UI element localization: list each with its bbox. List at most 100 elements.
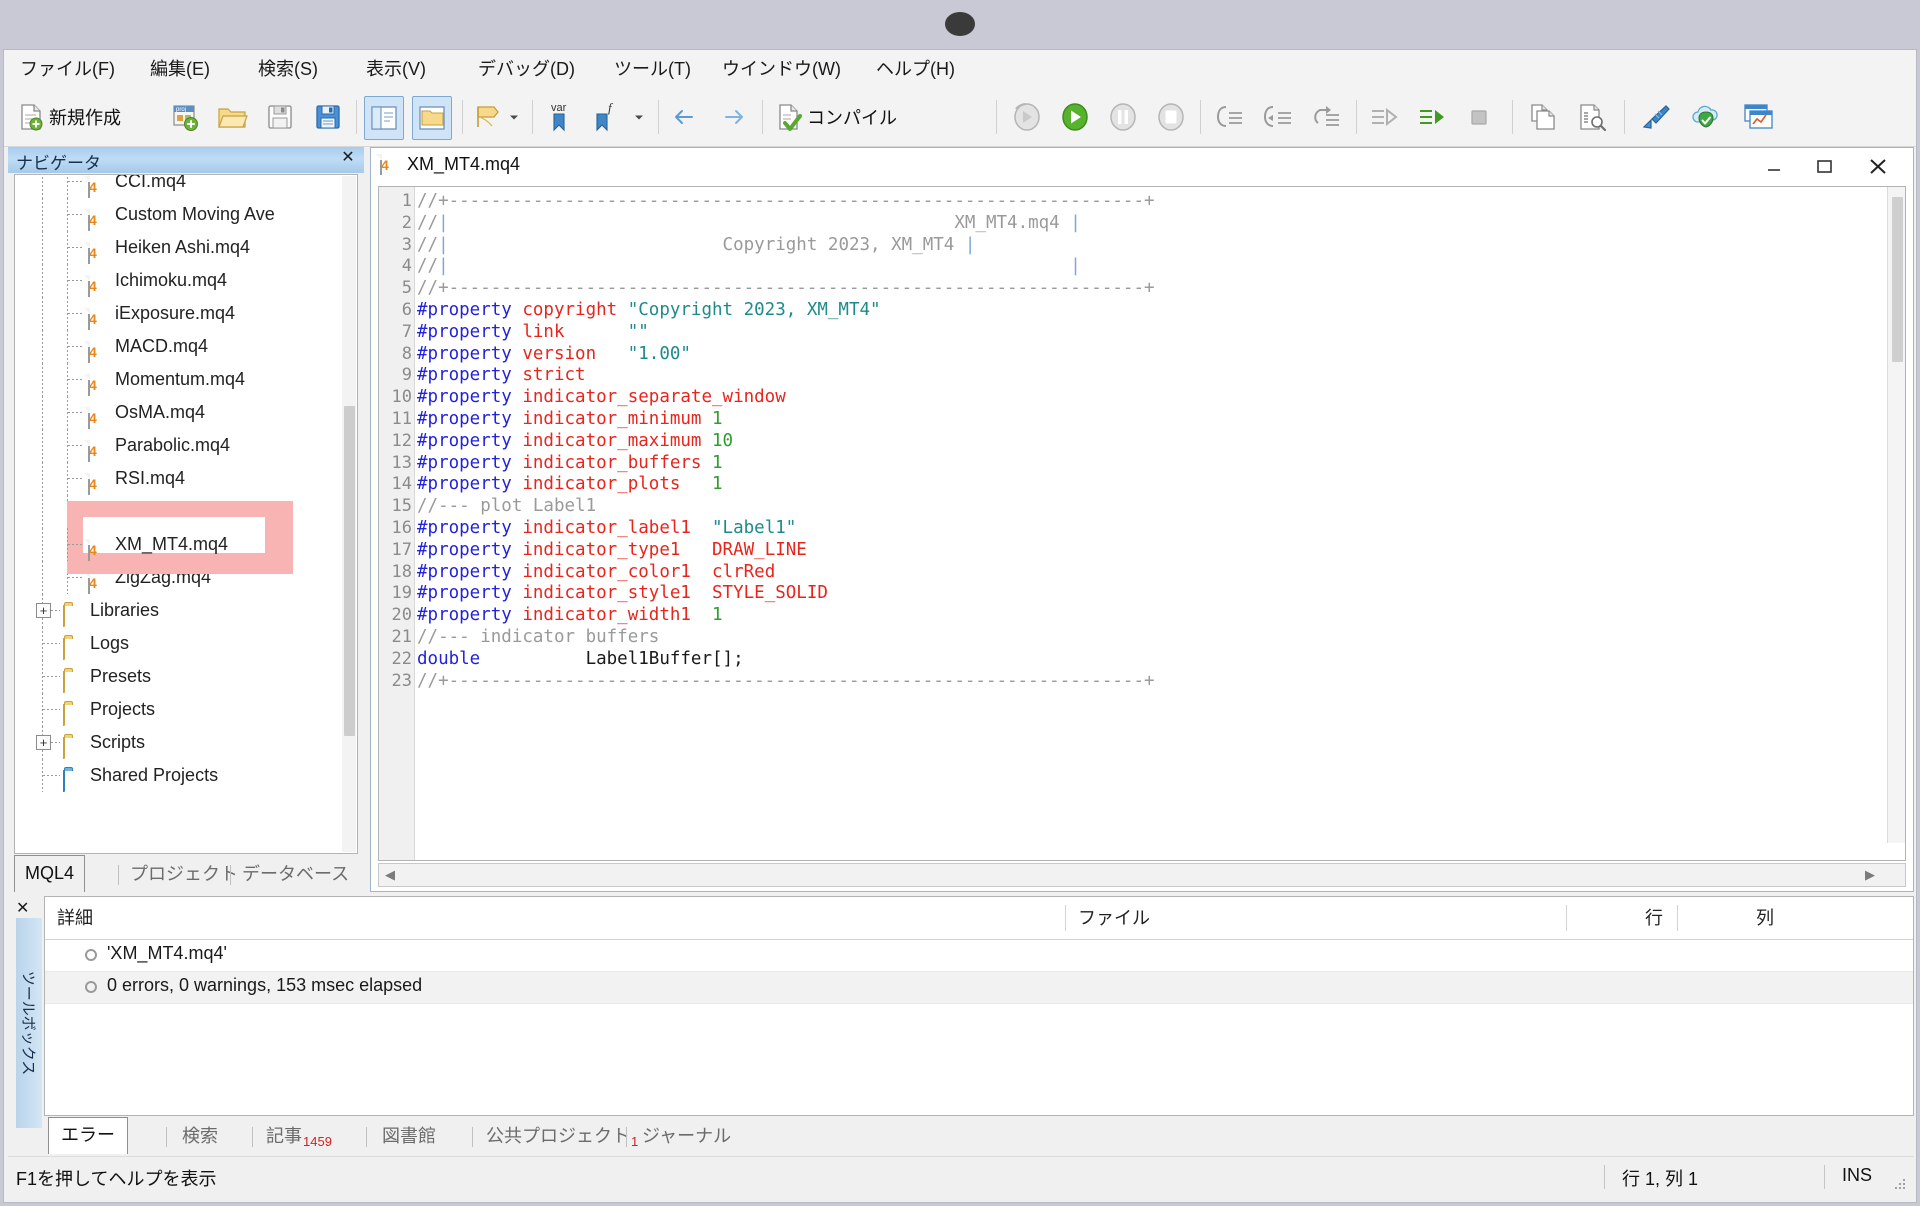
editor-maximize-button[interactable] [1807,152,1841,180]
find-in-files-button[interactable] [1576,96,1608,138]
function-dropdown-button[interactable] [632,96,646,138]
tree-expander-icon[interactable]: + [36,735,51,750]
code-line[interactable]: #property indicator_label1 "Label1" [417,518,796,540]
column-header-detail[interactable]: 詳細 [45,897,1065,939]
code-line[interactable]: //| | [417,256,1081,278]
save-button[interactable] [266,96,294,138]
sidebar-item-libraries[interactable]: + Libraries [15,594,345,627]
sidebar-item-rsi-mq4[interactable]: RSI.mq4 [15,462,345,495]
navigator-scroll-thumb[interactable] [344,406,355,736]
code-line[interactable]: #property indicator_plots 1 [417,474,723,496]
navigator-tab-mql4[interactable]: MQL4 [14,855,86,892]
code-line[interactable]: //+-------------------------------------… [417,278,1155,300]
menu-file[interactable]: ファイル(F) [16,56,119,82]
sidebar-item-iexposure-mq4[interactable]: iExposure.mq4 [15,297,345,330]
navigator-tree[interactable]: CCI.mq4 Custom Moving Ave Heiken Ashi.mq4 I… [14,174,358,854]
code-line[interactable]: #property indicator_color1 clrRed [417,562,775,584]
editor-close-button[interactable] [1861,152,1895,180]
stop-debugging-button[interactable] [1464,96,1494,138]
toolbox-close-button[interactable]: ✕ [16,898,29,918]
code-line[interactable]: #property copyright "Copyright 2023, XM_… [417,300,881,322]
menu-view[interactable]: 表示(V) [362,56,430,82]
step-out-button[interactable] [1308,96,1342,138]
toolbox-list-view[interactable]: 詳細 ファイル 行 列 'XM_MT4.mq4' 0 errors, 0 war… [44,896,1914,1116]
table-row[interactable]: 0 errors, 0 warnings, 153 msec elapsed [45,971,1913,1004]
sidebar-item-projects[interactable]: Projects [15,693,345,726]
mql5-cloud-button[interactable] [1690,96,1722,138]
code-line[interactable]: #property indicator_separate_window [417,387,786,409]
column-header-line[interactable]: 行 [1567,897,1677,939]
function-list-button[interactable]: f [590,96,622,138]
new-project-button[interactable]: proj [169,96,201,138]
code-line[interactable]: #property indicator_buffers 1 [417,453,723,475]
column-header-file[interactable]: ファイル [1066,897,1566,939]
open-file-button[interactable] [216,96,248,138]
sidebar-item-momentum-mq4[interactable]: Momentum.mq4 [15,363,345,396]
bookmark-button[interactable] [472,96,502,138]
tab-library[interactable]: 図書館 [382,1121,436,1154]
menu-help[interactable]: ヘルプ(H) [872,56,959,82]
menu-window[interactable]: ウインドウ(W) [718,56,845,82]
navigator-close-button[interactable]: ✕ [338,148,358,168]
menu-tools[interactable]: ツール(T) [610,56,695,82]
menu-edit[interactable]: 編集(E) [146,56,214,82]
code-line[interactable]: #property indicator_type1 DRAW_LINE [417,540,807,562]
run-to-cursor-button[interactable] [1368,96,1402,138]
code-line[interactable]: #property link "" [417,322,649,344]
stop-button[interactable] [1154,96,1188,138]
new-file-button[interactable]: 新規作成 [16,96,121,138]
editor-horizontal-scrollbar[interactable]: ◀ ▶ [378,863,1906,887]
step-over-button[interactable] [1260,96,1294,138]
sidebar-item-parabolic-mq4[interactable]: Parabolic.mq4 [15,429,345,462]
navigator-scrollbar[interactable] [342,176,356,852]
code-line[interactable]: //+-------------------------------------… [417,191,1155,213]
pause-button[interactable] [1106,96,1140,138]
navigate-back-button[interactable] [670,96,698,138]
scroll-left-arrow-icon[interactable]: ◀ [381,866,399,884]
column-header-col[interactable]: 列 [1678,897,1788,939]
code-line[interactable]: //| Copyright 2023, XM_MT4 | [417,235,975,257]
editor-text-area[interactable]: 1//+------------------------------------… [378,186,1906,861]
code-line[interactable]: //--- indicator buffers [417,627,659,649]
code-line[interactable]: #property indicator_style1 STYLE_SOLID [417,583,828,605]
code-line[interactable]: //| XM_MT4.mq4 | [417,213,1081,235]
code-line[interactable]: double Label1Buffer[]; [417,649,744,671]
save-all-button[interactable] [314,96,342,138]
open-metatrader-button[interactable] [1742,96,1776,138]
sidebar-item-ichimoku-mq4[interactable]: Ichimoku.mq4 [15,264,345,297]
style-button[interactable] [1638,96,1672,138]
variable-list-button[interactable]: var [544,96,576,138]
menu-debug[interactable]: デバッグ(D) [474,56,579,82]
editor-vertical-scrollbar[interactable] [1887,187,1905,843]
toolbox-vertical-tab[interactable]: ツールボックス [16,918,42,1128]
resize-grip-icon[interactable] [1895,1179,1907,1191]
navigate-forward-button[interactable] [720,96,748,138]
restart-debug-button[interactable] [1010,96,1044,138]
menu-search[interactable]: 検索(S) [254,56,322,82]
copy-button[interactable] [1526,96,1558,138]
sidebar-item-osma-mq4[interactable]: OsMA.mq4 [15,396,345,429]
tab-journal[interactable]: ジャーナル [642,1121,731,1154]
navigator-tab-projects[interactable]: プロジェクト [130,859,238,892]
tab-errors[interactable]: エラー [48,1117,128,1154]
code-line[interactable]: #property strict [417,365,586,387]
navigator-tab-database[interactable]: データベース [242,859,349,892]
sidebar-item-custom-moving-ave[interactable]: Custom Moving Ave [15,198,345,231]
table-row[interactable]: 'XM_MT4.mq4' [45,940,1913,971]
navigator-toggle-button[interactable] [364,96,404,140]
sidebar-item-heiken-ashi-mq4[interactable]: Heiken Ashi.mq4 [15,231,345,264]
tree-expander-icon[interactable]: + [36,603,51,618]
scroll-right-arrow-icon[interactable]: ▶ [1861,866,1879,884]
sidebar-item-logs[interactable]: Logs [15,627,345,660]
run-button[interactable] [1058,96,1092,138]
tab-articles[interactable]: 記事1459 [266,1121,332,1154]
toolbox-toggle-button[interactable] [412,96,452,140]
code-line[interactable]: #property indicator_maximum 10 [417,431,733,453]
bookmark-dropdown-button[interactable] [507,96,521,138]
editor-scroll-thumb[interactable] [1892,197,1903,362]
sidebar-item-shared-projects[interactable]: Shared Projects [15,759,345,792]
compile-button[interactable]: コンパイル [774,96,897,138]
code-line[interactable]: #property indicator_minimum 1 [417,409,723,431]
editor-minimize-button[interactable] [1757,152,1791,180]
sidebar-item-macd-mq4[interactable]: MACD.mq4 [15,330,345,363]
